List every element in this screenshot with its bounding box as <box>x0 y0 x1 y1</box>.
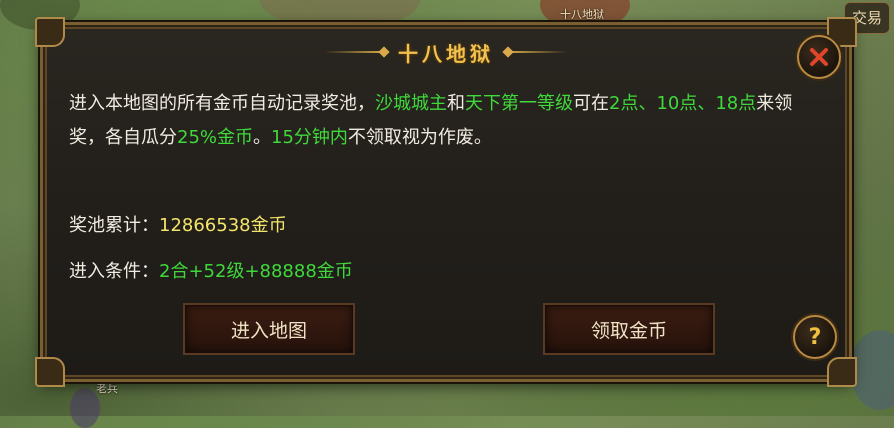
frame-corner-ornament <box>35 357 65 387</box>
desc-text: 。 <box>253 127 272 148</box>
title-bar: 十八地狱 <box>43 39 849 66</box>
help-button[interactable]: ? <box>793 315 837 359</box>
desc-highlight-share: 25%金币 <box>177 127 254 148</box>
entry-condition-label: 进入条件： <box>69 261 159 282</box>
close-button[interactable] <box>797 35 841 79</box>
map-description: 进入本地图的所有金币自动记录奖池，沙城城主和天下第一等级可在2点、10点、18点… <box>69 87 809 155</box>
desc-highlight-duration: 15分钟内 <box>271 127 348 148</box>
frame-corner-ornament <box>827 357 857 387</box>
desc-text: 和 <box>447 93 465 114</box>
npc-name-label: 老兵 <box>96 382 118 395</box>
desc-text: 不领取视为作废。 <box>347 127 492 148</box>
claim-gold-button[interactable]: 领取金币 <box>543 303 715 355</box>
entry-condition-row: 进入条件：2合+52级+88888金币 <box>69 257 353 283</box>
desc-highlight-times: 2点、10点、18点 <box>609 93 757 114</box>
desc-text: 进入本地图的所有金币自动记录奖池， <box>69 93 375 114</box>
close-icon <box>810 48 828 66</box>
top-npc-label: 十八地狱 <box>560 8 604 21</box>
prize-pool-row: 奖池累计：12866538金币 <box>69 211 287 237</box>
desc-text: 可在 <box>573 93 609 114</box>
entry-condition-value: 2合+52级+88888金币 <box>159 261 353 282</box>
title-ornament-right <box>508 51 568 53</box>
question-mark-icon: ? <box>808 324 822 350</box>
desc-highlight-top-level: 天下第一等级 <box>465 93 573 114</box>
prize-pool-value: 12866538金币 <box>159 215 287 236</box>
prize-pool-label: 奖池累计： <box>69 215 159 236</box>
desc-highlight-city-lord: 沙城城主 <box>375 93 447 114</box>
dialog-title: 十八地狱 <box>398 41 494 66</box>
title-ornament-left <box>324 51 384 53</box>
enter-map-button[interactable]: 进入地图 <box>183 303 355 355</box>
map-info-dialog: 十八地狱 进入本地图的所有金币自动记录奖池，沙城城主和天下第一等级可在2点、10… <box>35 17 857 387</box>
